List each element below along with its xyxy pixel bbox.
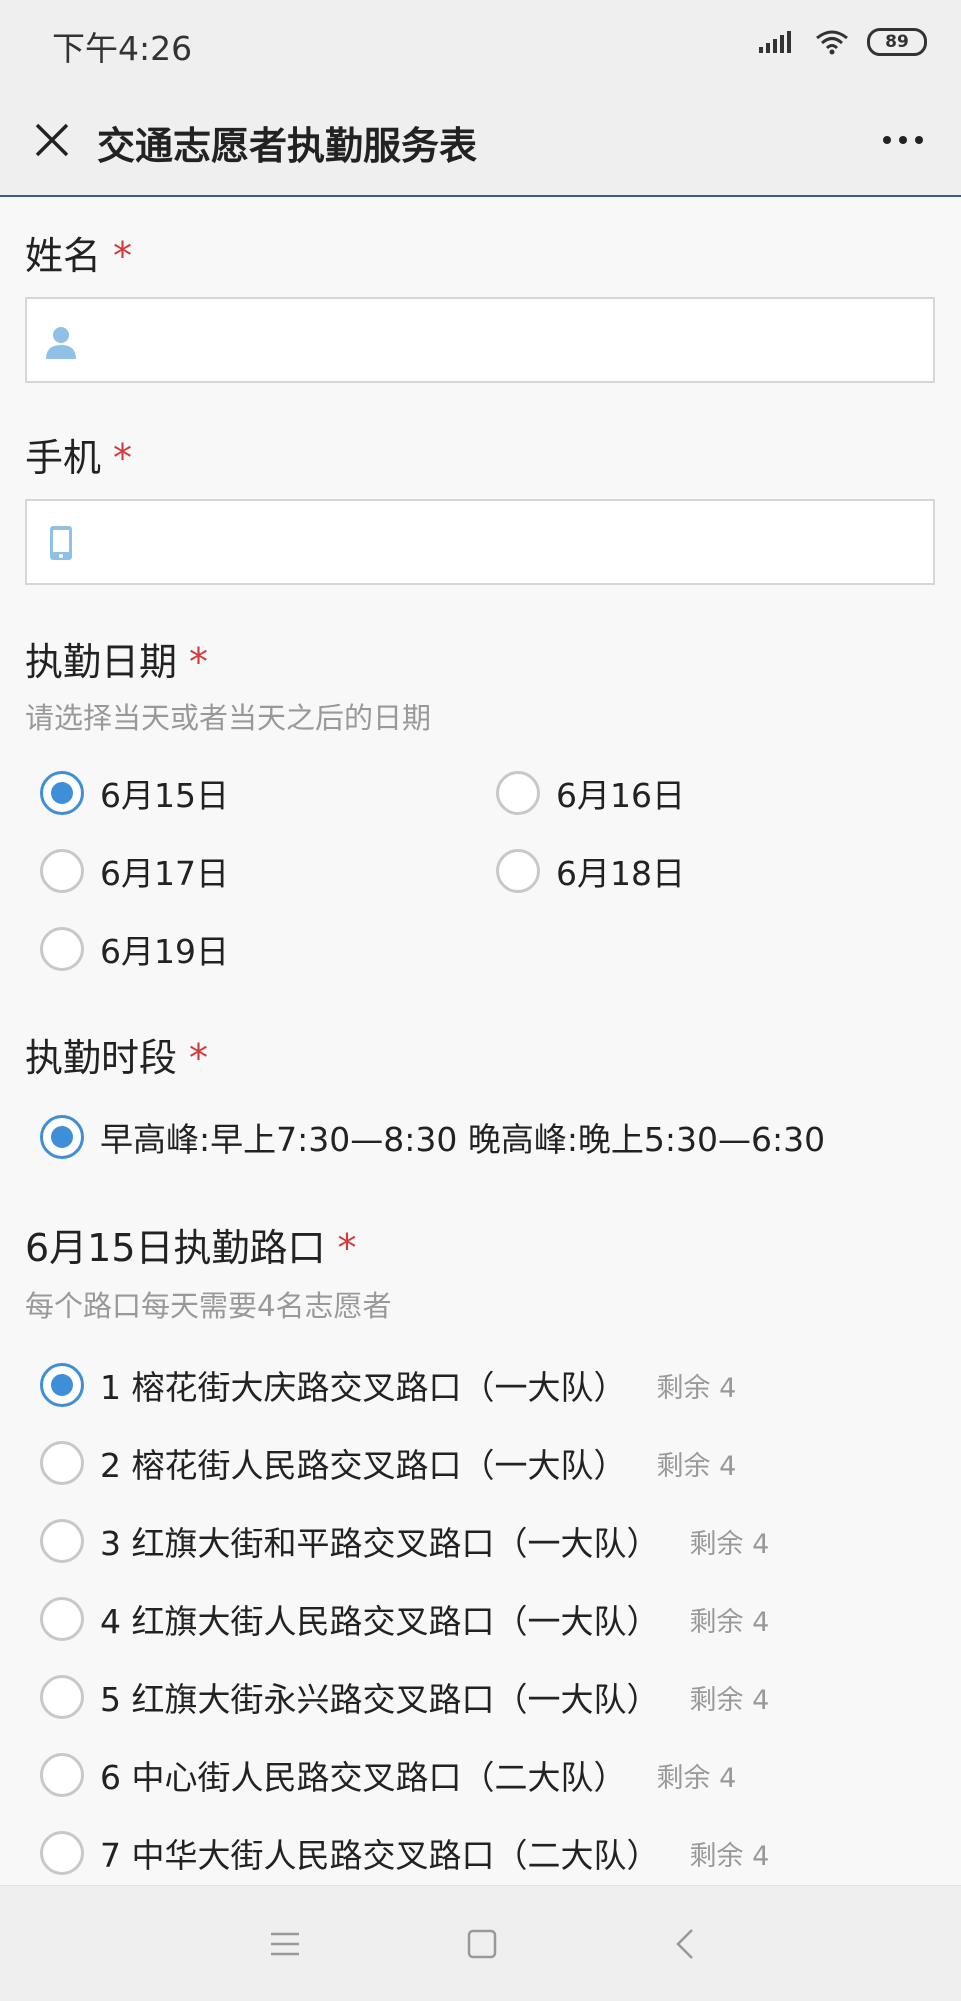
home-square-icon bbox=[467, 1929, 497, 1959]
page-title: 交通志愿者执勤服务表 bbox=[97, 124, 478, 168]
menu-button[interactable] bbox=[250, 1914, 320, 1974]
remaining-count: 剩余 4 bbox=[656, 1372, 737, 1404]
intersection-description: 每个路口每天需要4名志愿者 bbox=[25, 1289, 392, 1323]
date-label: 执勤日期 * bbox=[25, 640, 209, 684]
period-label: 执勤时段 * bbox=[25, 1036, 209, 1080]
required-mark: * bbox=[189, 640, 209, 684]
remaining-count: 剩余 4 bbox=[656, 1450, 737, 1482]
intersection-option[interactable]: 6 中心街人民路交叉路口（二大队） 剩余 4 bbox=[40, 1751, 736, 1799]
battery-indicator: 89 bbox=[867, 28, 927, 56]
radio-button[interactable] bbox=[40, 1831, 84, 1875]
wifi-icon bbox=[816, 30, 848, 55]
radio-button[interactable] bbox=[40, 849, 84, 893]
system-nav-bar bbox=[0, 1885, 961, 2001]
radio-button[interactable] bbox=[496, 849, 540, 893]
radio-button[interactable] bbox=[40, 1675, 84, 1719]
radio-selected[interactable] bbox=[40, 1363, 84, 1407]
date-option[interactable]: 6月19日 bbox=[40, 925, 229, 973]
date-option[interactable]: 6月15日 bbox=[40, 769, 229, 817]
required-mark: * bbox=[189, 1036, 209, 1080]
intersection-option[interactable]: 4 红旗大街人民路交叉路口（一大队） 剩余 4 bbox=[40, 1595, 769, 1643]
phone-field[interactable] bbox=[25, 499, 935, 585]
date-option[interactable]: 6月17日 bbox=[40, 847, 229, 895]
required-mark: * bbox=[113, 234, 133, 278]
radio-button[interactable] bbox=[40, 927, 84, 971]
date-description: 请选择当天或者当天之后的日期 bbox=[25, 701, 432, 735]
required-mark: * bbox=[337, 1226, 357, 1270]
person-icon bbox=[46, 327, 76, 359]
status-bar: 下午4:26 89 bbox=[0, 0, 961, 85]
name-label: 姓名 * bbox=[25, 234, 133, 278]
radio-selected[interactable] bbox=[40, 771, 84, 815]
remaining-count: 剩余 4 bbox=[656, 1762, 737, 1794]
status-time: 下午4:26 bbox=[52, 29, 193, 68]
required-mark: * bbox=[113, 436, 133, 480]
name-field[interactable] bbox=[25, 297, 935, 383]
intersection-option[interactable]: 5 红旗大街永兴路交叉路口（一大队） 剩余 4 bbox=[40, 1673, 769, 1721]
intersection-option[interactable]: 2 榕花街人民路交叉路口（一大队） 剩余 4 bbox=[40, 1439, 736, 1487]
phone-input[interactable] bbox=[97, 515, 921, 571]
back-chevron-icon bbox=[676, 1929, 693, 1959]
more-dots-icon bbox=[883, 136, 891, 144]
period-option[interactable]: 早高峰:早上7:30—8:30 晚高峰:晚上5:30—6:30 bbox=[40, 1113, 825, 1161]
name-input[interactable] bbox=[97, 313, 921, 369]
back-button[interactable] bbox=[650, 1914, 720, 1974]
radio-button[interactable] bbox=[40, 1597, 84, 1641]
intersection-label: 6月15日执勤路口 * bbox=[25, 1226, 357, 1270]
intersection-option[interactable]: 3 红旗大街和平路交叉路口（一大队） 剩余 4 bbox=[40, 1517, 769, 1565]
remaining-count: 剩余 4 bbox=[689, 1606, 770, 1638]
home-button[interactable] bbox=[447, 1914, 517, 1974]
app-header: 交通志愿者执勤服务表 bbox=[0, 85, 961, 197]
intersection-option[interactable]: 1 榕花街大庆路交叉路口（一大队） 剩余 4 bbox=[40, 1361, 736, 1409]
radio-button[interactable] bbox=[40, 1753, 84, 1797]
radio-button[interactable] bbox=[40, 1441, 84, 1485]
signal-icon bbox=[759, 31, 791, 53]
date-option[interactable]: 6月18日 bbox=[496, 847, 685, 895]
date-option[interactable]: 6月16日 bbox=[496, 769, 685, 817]
status-icons: 89 bbox=[759, 28, 927, 56]
phone-label: 手机 * bbox=[25, 436, 133, 480]
remaining-count: 剩余 4 bbox=[689, 1528, 770, 1560]
radio-button[interactable] bbox=[496, 771, 540, 815]
more-options-button[interactable] bbox=[871, 115, 935, 165]
remaining-count: 剩余 4 bbox=[689, 1684, 770, 1716]
intersection-option[interactable]: 7 中华大街人民路交叉路口（二大队） 剩余 4 bbox=[40, 1829, 769, 1877]
close-button[interactable] bbox=[22, 110, 82, 170]
menu-icon bbox=[271, 1932, 299, 1956]
radio-button[interactable] bbox=[40, 1519, 84, 1563]
remaining-count: 剩余 4 bbox=[689, 1840, 770, 1872]
close-icon bbox=[35, 123, 69, 157]
radio-selected[interactable] bbox=[40, 1115, 84, 1159]
phone-icon bbox=[50, 526, 72, 560]
